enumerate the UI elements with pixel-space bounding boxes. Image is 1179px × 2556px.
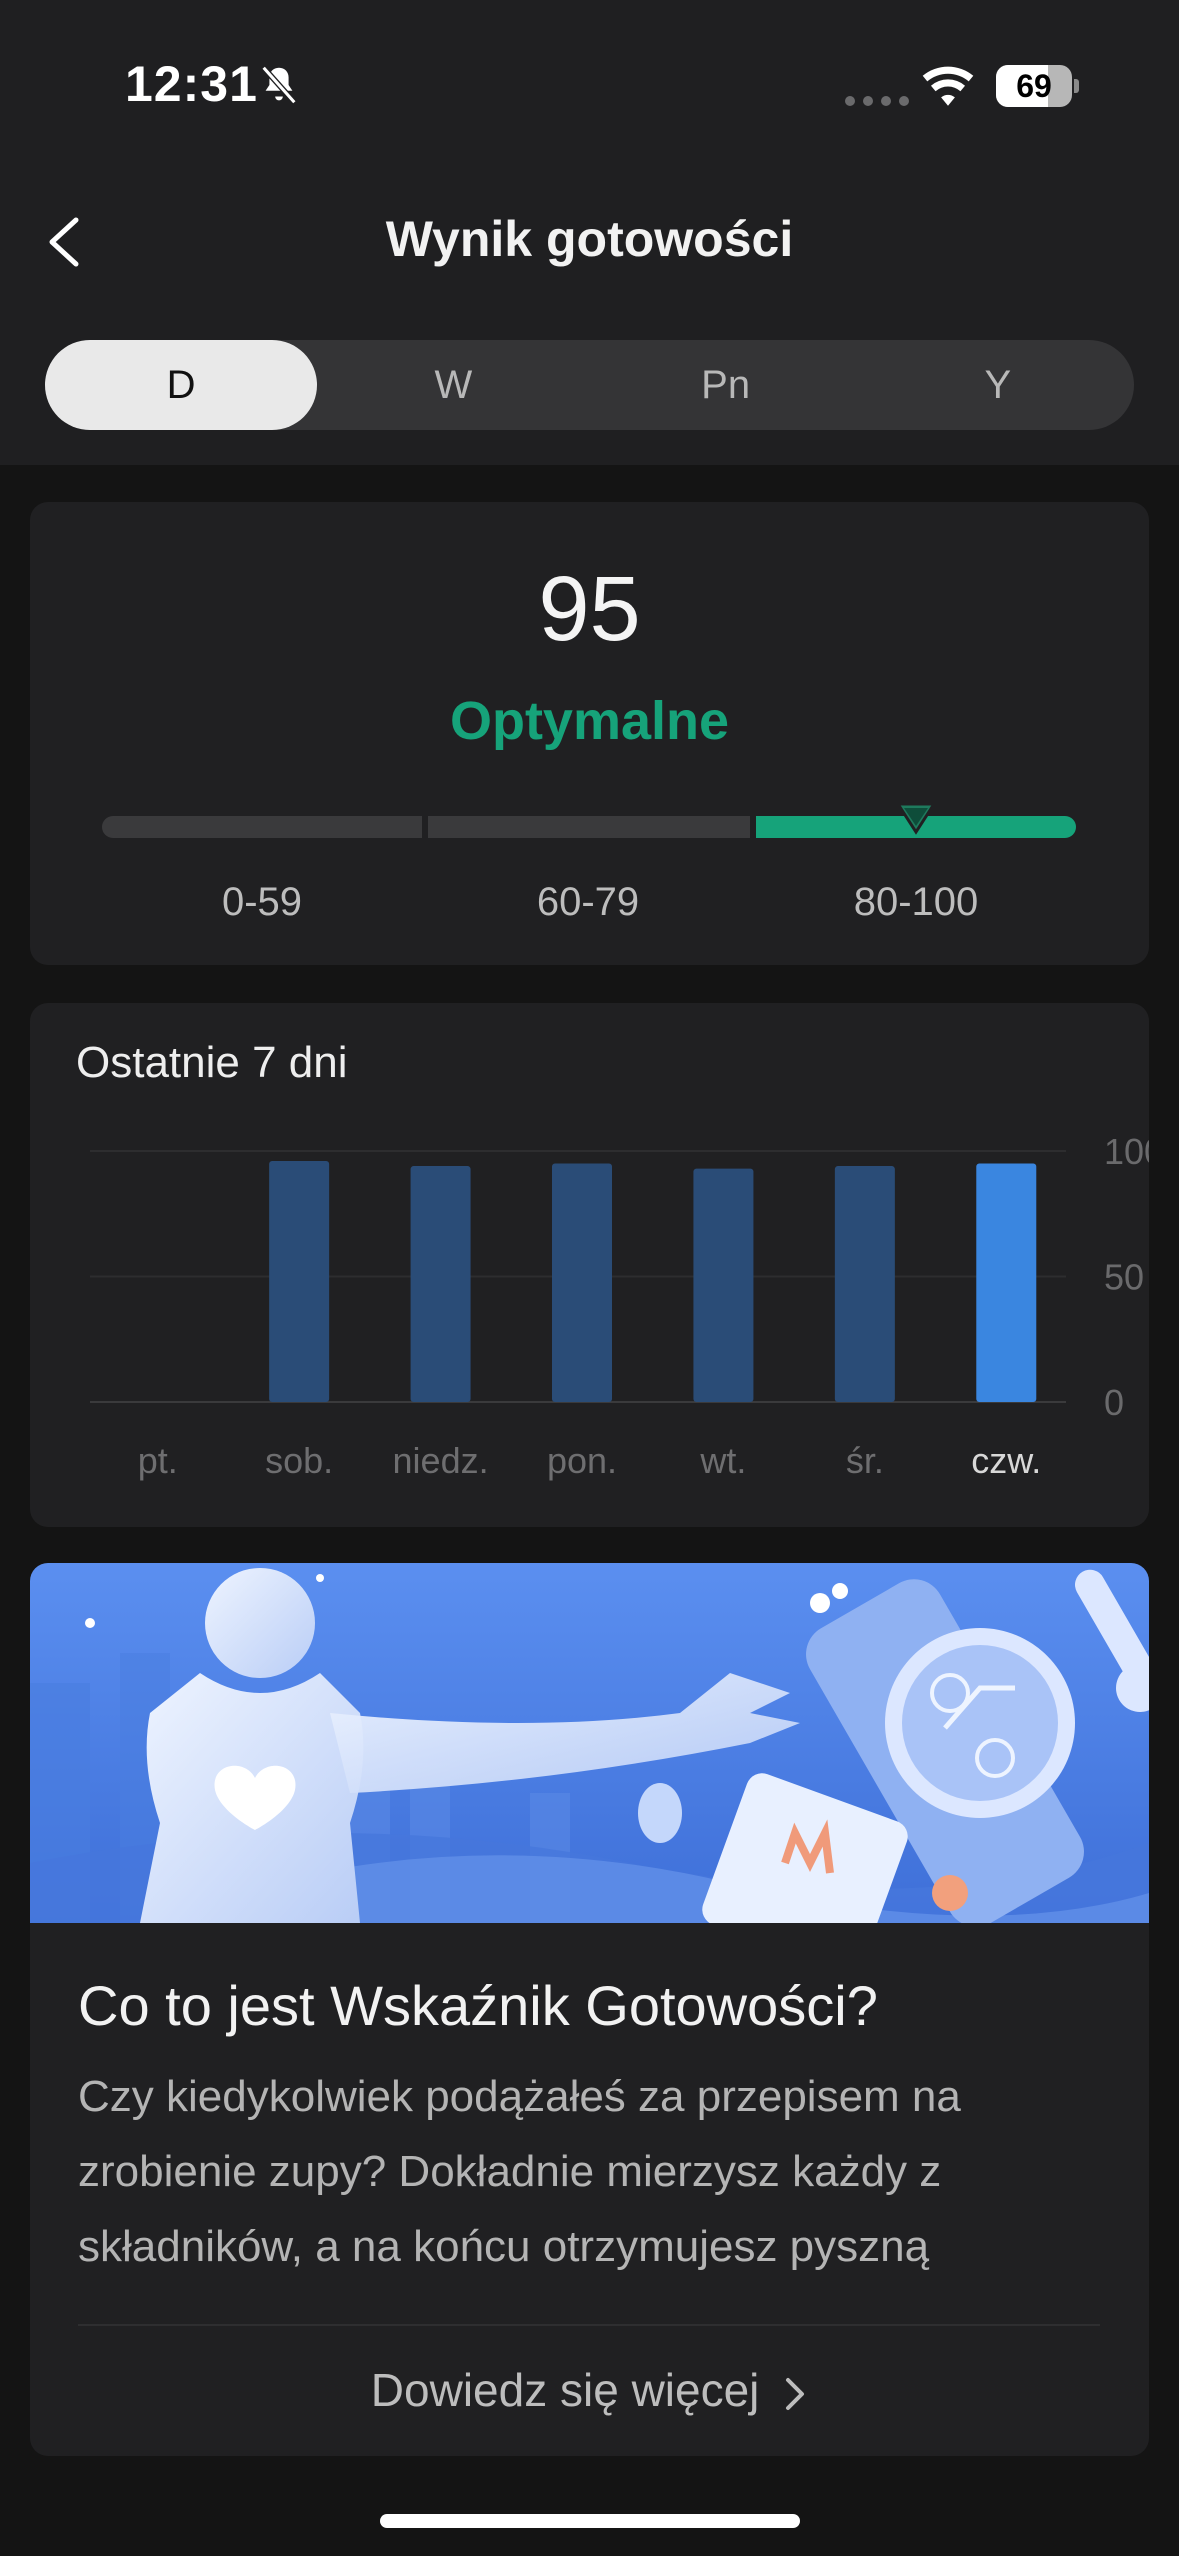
wifi-icon	[922, 66, 974, 106]
battery-icon: 69	[996, 65, 1079, 107]
range-label-low: 0-59	[221, 880, 303, 924]
info-body-text: Czy kiedykolwiek podążałeś za przepisem …	[78, 2072, 961, 2271]
x-tick-label: pon.	[547, 1440, 617, 1481]
x-tick-label: niedz.	[393, 1440, 489, 1481]
range-bar-mid	[428, 816, 750, 838]
divider	[78, 2324, 1100, 2326]
x-tick-label: wt.	[699, 1440, 746, 1481]
range-bar-low	[102, 816, 422, 838]
chart-bar-2[interactable]	[410, 1166, 471, 1402]
x-tick-label: pt.	[138, 1440, 178, 1481]
readiness-illustration	[30, 1563, 1149, 1923]
weekly-bar-chart: 100 50 0 pt. sob. niedz. pon. wt. śr. czw.	[90, 1131, 1149, 1481]
home-indicator	[380, 2514, 800, 2528]
readiness-status: Optymalne	[449, 691, 730, 751]
battery-level: 69	[1016, 68, 1052, 104]
period-segmented-control: D W Pn Y	[45, 340, 1134, 430]
score-marker-icon	[895, 802, 937, 835]
tab-month[interactable]: Pn	[590, 340, 862, 430]
status-time: 12:31	[125, 56, 258, 112]
learn-more-label: Dowiedz się więcej	[370, 2364, 760, 2416]
readiness-score-value: 95	[538, 558, 641, 660]
info-heading: Co to jest Wskaźnik Gotowości?	[78, 1974, 878, 2037]
y-tick-label: 0	[1104, 1382, 1124, 1423]
page-title: Wynik gotowości	[385, 211, 794, 267]
x-tick-label: śr.	[846, 1440, 884, 1481]
top-header: 12:31 69 Wynik gotowości D W Pn Y	[0, 0, 1179, 465]
chart-bar-5[interactable]	[834, 1166, 895, 1402]
info-card: Co to jest Wskaźnik Gotowości? Czy kiedy…	[30, 1563, 1149, 2456]
tab-year[interactable]: Y	[862, 340, 1134, 430]
y-tick-label: 50	[1104, 1257, 1144, 1298]
chart-bar-1[interactable]	[269, 1161, 330, 1402]
bell-muted-icon	[261, 65, 297, 105]
tab-day[interactable]: D	[45, 340, 318, 430]
cellular-signal-icon	[845, 96, 909, 106]
learn-more-link[interactable]: Dowiedz się więcej	[30, 2363, 1149, 2417]
chart-bar-6[interactable]	[976, 1163, 1037, 1402]
range-label-mid: 60-79	[536, 880, 640, 924]
x-tick-label: sob.	[265, 1440, 333, 1481]
last-7-days-card: Ostatnie 7 dni 100500pt.sob.niedz.pon.wt…	[30, 1003, 1149, 1527]
x-tick-label: czw.	[971, 1440, 1041, 1481]
chart-bar-3[interactable]	[552, 1163, 612, 1402]
y-tick-label: 100	[1104, 1131, 1149, 1172]
tab-week[interactable]: W	[317, 340, 589, 430]
chart-bar-4[interactable]	[693, 1168, 754, 1402]
range-label-high: 80-100	[853, 880, 979, 924]
chevron-right-icon	[786, 2377, 805, 2410]
readiness-score-card: 95 Optymalne 0-59 60-79 80-100	[30, 502, 1149, 965]
